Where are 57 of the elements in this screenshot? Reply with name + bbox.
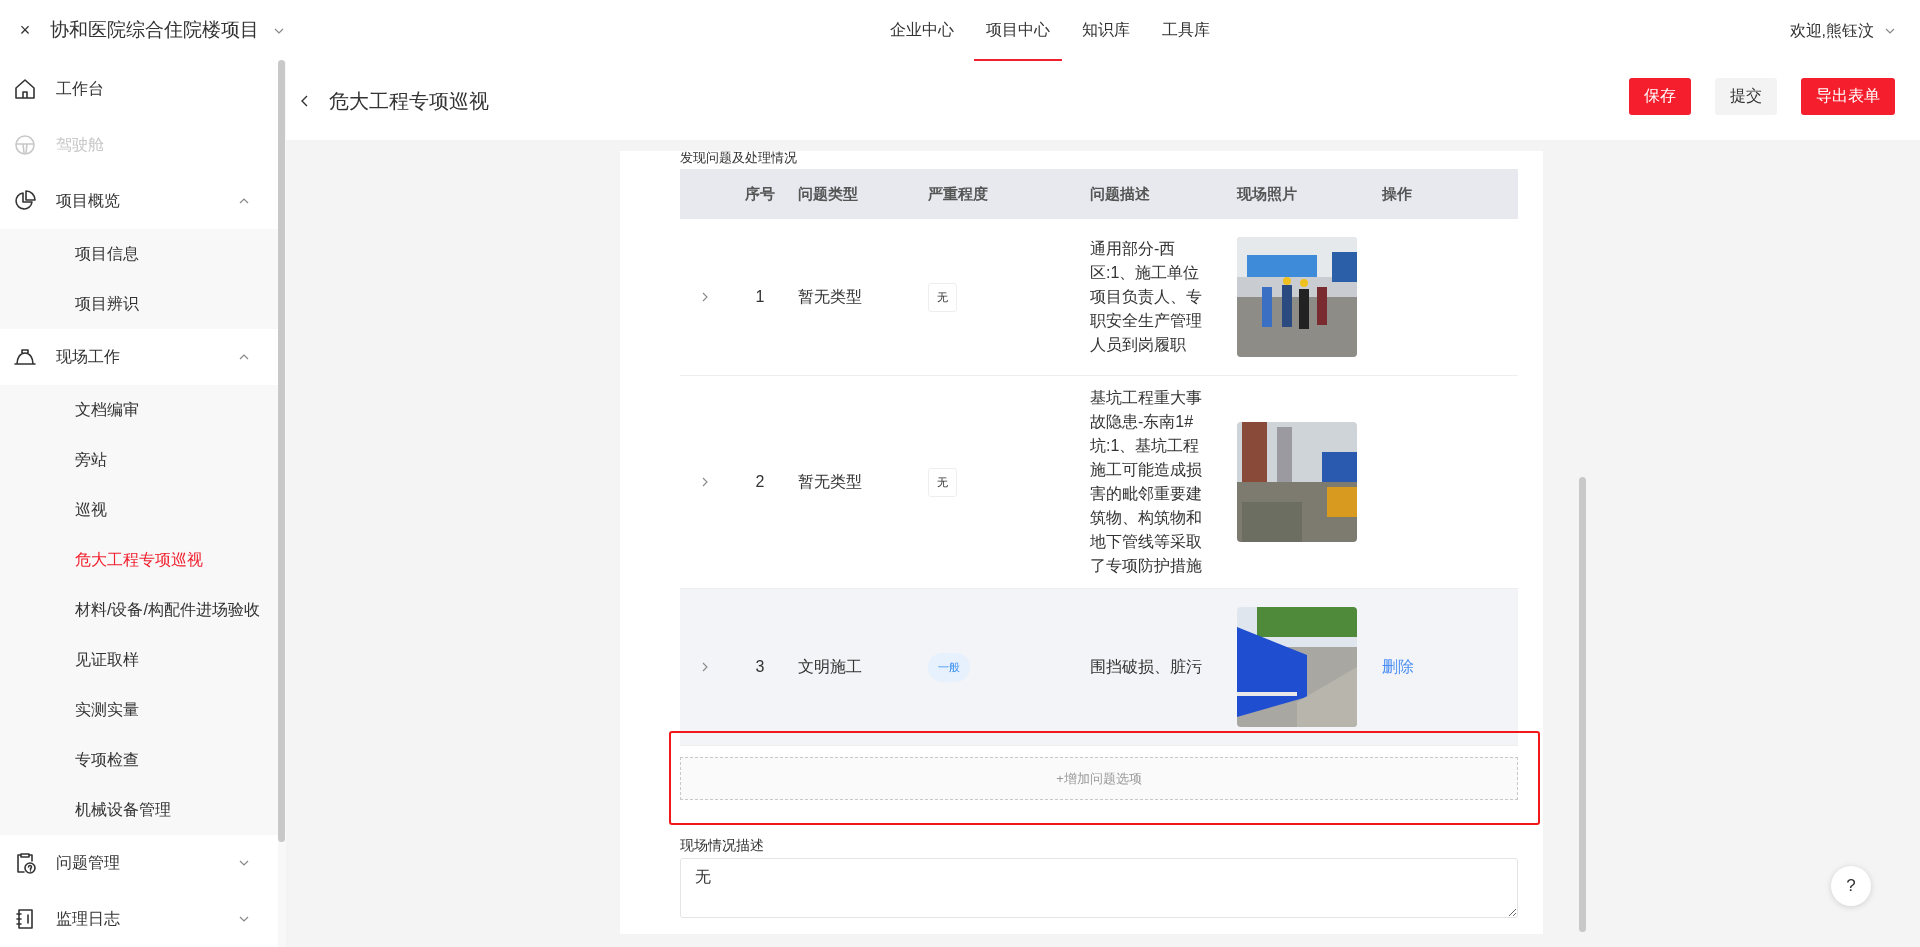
table-cell-text: 1 xyxy=(754,287,766,307)
expand-row-icon[interactable] xyxy=(700,662,710,672)
table-cell-text: 暂无类型 xyxy=(797,287,863,307)
sidebar-subitem[interactable]: 实测实量 xyxy=(0,685,278,735)
sidebar-item[interactable]: 工作台 xyxy=(0,61,278,117)
content-scrollbar[interactable] xyxy=(1579,477,1586,932)
sidebar-subitem[interactable]: 项目辨识 xyxy=(0,279,278,329)
close-button[interactable]: × xyxy=(0,17,50,44)
expand-row-icon[interactable] xyxy=(700,292,710,302)
sidebar-subitem[interactable]: 项目信息 xyxy=(0,229,278,279)
steering-wheel-icon xyxy=(13,133,37,157)
sidebar-subitem[interactable]: 机械设备管理 xyxy=(0,785,278,835)
table-cell-text: 3 xyxy=(754,657,766,677)
column-header: 现场照片 xyxy=(1235,183,1298,204)
page-title: 危大工程专项巡视 xyxy=(329,88,490,114)
severity-tag: 无 xyxy=(928,282,957,312)
sidebar-subitem[interactable]: 危大工程专项巡视 xyxy=(0,535,278,585)
section-title: 发现问题及处理情况 xyxy=(680,151,798,167)
project-name: 协和医院综合住院楼项目 xyxy=(50,18,259,43)
sidebar-subitem[interactable]: 见证取样 xyxy=(0,635,278,685)
sidebar-item[interactable]: 监理日志 xyxy=(0,891,278,947)
table-cell-text: 通用部分-西区:1、施工单位项目负责人、专职安全生产管理人员到岗履职 xyxy=(1089,239,1203,355)
sidebar-scrollbar[interactable] xyxy=(278,60,285,842)
table-cell-text: 文明施工 xyxy=(797,657,863,677)
expand-row-icon[interactable] xyxy=(700,477,710,487)
pie-chart-icon xyxy=(13,189,37,213)
table-cell-text: 围挡破损、脏污 xyxy=(1089,657,1203,677)
table-cell-text: 2 xyxy=(754,472,766,492)
sidebar-item[interactable]: 现场工作 xyxy=(0,329,278,385)
home-icon xyxy=(13,77,37,101)
column-header: 问题描述 xyxy=(1089,183,1151,204)
toolbar-button[interactable]: 导出表单 xyxy=(1801,77,1895,115)
sidebar-item[interactable]: 问题管理 xyxy=(0,835,278,891)
table-cell-text: 暂无类型 xyxy=(797,472,863,492)
column-header: 序号 xyxy=(744,183,776,204)
field-label: 现场情况描述 xyxy=(680,836,765,855)
welcome-user[interactable]: 欢迎,熊钰汶 xyxy=(1789,18,1874,43)
column-header: 问题类型 xyxy=(797,183,859,204)
nav-tab[interactable]: 企业中心 xyxy=(878,0,967,61)
nav-tab[interactable]: 知识库 xyxy=(1070,0,1143,61)
help-button[interactable]: ? xyxy=(1831,866,1871,906)
nav-tab[interactable]: 工具库 xyxy=(1150,0,1223,61)
table-row[interactable]: 3 文明施工 一般 围挡破损、脏污 删除 xyxy=(680,589,1518,746)
sidebar-subitem[interactable]: 材料/设备/构配件进场验收 xyxy=(0,585,278,635)
sidebar-item[interactable]: 项目概览 xyxy=(0,173,278,229)
severity-tag: 一般 xyxy=(928,652,970,682)
toolbar-button[interactable]: 提交 xyxy=(1715,77,1777,115)
column-header: 操作 xyxy=(1381,183,1413,204)
table-cell-text: 基坑工程重大事故隐患-东南1#坑:1、基坑工程施工可能造成损害的毗邻重要建筑物、构筑物和地下管线等采取了专项防护措施 xyxy=(1089,388,1203,576)
sidebar-subitem[interactable]: 专项检查 xyxy=(0,735,278,785)
sidebar-subitem[interactable]: 巡视 xyxy=(0,485,278,535)
toolbar-button[interactable]: 保存 xyxy=(1629,77,1691,115)
severity-tag: 无 xyxy=(928,467,957,497)
sidebar-subitem[interactable]: 文档编审 xyxy=(0,385,278,435)
column-header: 严重程度 xyxy=(927,183,989,204)
sidebar-subitem[interactable]: 旁站 xyxy=(0,435,278,485)
description-field[interactable]: 无 xyxy=(680,858,1518,918)
